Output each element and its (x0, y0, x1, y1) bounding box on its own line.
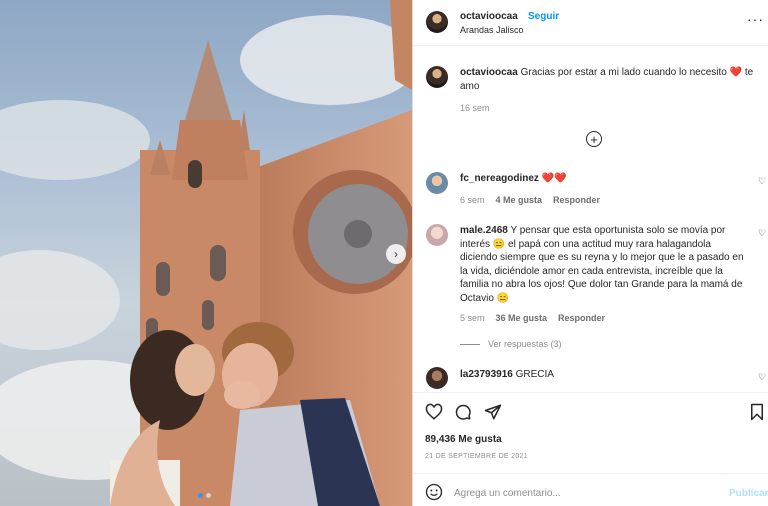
comment-text: ❤️❤️ (541, 173, 567, 184)
caption-avatar[interactable] (426, 66, 448, 88)
heart-emoji: ❤️ (729, 67, 743, 78)
comment-like-icon[interactable]: ♡ (758, 176, 766, 187)
comment-avatar[interactable] (426, 172, 448, 194)
header-username[interactable]: octavioocaa (460, 11, 518, 22)
chevron-right-icon: › (394, 247, 398, 261)
comment-avatar[interactable] (426, 224, 448, 246)
next-photo-button[interactable]: › (386, 244, 406, 264)
comment: la23793916 GRECIA (460, 368, 750, 382)
comment-likes[interactable]: 4 Me gusta (496, 195, 543, 205)
comment: fc_nereagodinez ❤️❤️ (460, 172, 750, 186)
location-link[interactable]: Arandas Jalisco (460, 25, 524, 35)
add-comment-bar: Agrega un comentario... Publicar (413, 473, 768, 506)
comment-avatar[interactable] (426, 367, 448, 389)
load-more-comments-icon[interactable]: + (586, 131, 602, 147)
comment-bubble-icon[interactable] (454, 403, 472, 421)
comment-time[interactable]: 6 sem (460, 195, 485, 205)
comment-username[interactable]: fc_nereagodinez (460, 173, 539, 184)
reply-button[interactable]: Responder (553, 195, 600, 205)
post-panel: octavioocaa Seguir Arandas Jalisco ··· o… (412, 0, 768, 506)
post-comment-button[interactable]: Publicar (729, 488, 768, 499)
emoji-icon[interactable] (425, 483, 443, 501)
post-date: 21 DE SEPTIEMBRE DE 2021 (425, 453, 528, 460)
cathedral-kiss-photo (0, 0, 412, 506)
bookmark-icon[interactable] (749, 403, 765, 421)
follow-button[interactable]: Seguir (528, 11, 559, 22)
comment-text: GRECIA (515, 369, 554, 380)
comment-meta: 5 sem 36 Me gusta Responder (460, 313, 605, 323)
reply-button[interactable]: Responder (558, 313, 605, 323)
like-heart-icon[interactable] (425, 403, 443, 421)
comment-meta: 6 sem 4 Me gusta Responder (460, 195, 600, 205)
comment-input[interactable]: Agrega un comentario... (454, 488, 561, 499)
comment-username[interactable]: male.2468 (460, 225, 508, 236)
replies-divider (460, 343, 480, 345)
share-send-icon[interactable] (484, 403, 502, 421)
comment-like-icon[interactable]: ♡ (758, 228, 766, 239)
post-header: octavioocaa Seguir Arandas Jalisco ··· (413, 0, 768, 46)
view-replies[interactable]: Ver respuestas (3) (460, 339, 562, 349)
carousel-indicator (198, 493, 211, 498)
caption-username[interactable]: octavioocaa (460, 67, 518, 78)
comment: male.2468 Y pensar que esta oportunista … (460, 224, 750, 305)
carousel-dot (206, 493, 211, 498)
caption-text: Gracias por estar a mi lado cuando lo ne… (520, 67, 727, 78)
avatar[interactable] (426, 11, 448, 33)
view-replies-label[interactable]: Ver respuestas (3) (488, 339, 562, 349)
post-actions: 89,436 Me gusta 21 DE SEPTIEMBRE DE 2021… (413, 392, 768, 506)
carousel-dot-active (198, 493, 203, 498)
like-count[interactable]: 89,436 Me gusta (425, 434, 502, 445)
post-photo: › (0, 0, 412, 506)
comment-text: Y pensar que esta oportunista solo se mo… (460, 225, 744, 304)
caption-time[interactable]: 16 sem (460, 103, 490, 113)
caption: octavioocaa Gracias por estar a mi lado … (460, 66, 760, 94)
comment-likes[interactable]: 36 Me gusta (496, 313, 548, 323)
more-options-icon[interactable]: ··· (747, 11, 764, 27)
comment-like-icon[interactable]: ♡ (758, 372, 766, 383)
comment-time[interactable]: 5 sem (460, 313, 485, 323)
comment-username[interactable]: la23793916 (460, 369, 513, 380)
